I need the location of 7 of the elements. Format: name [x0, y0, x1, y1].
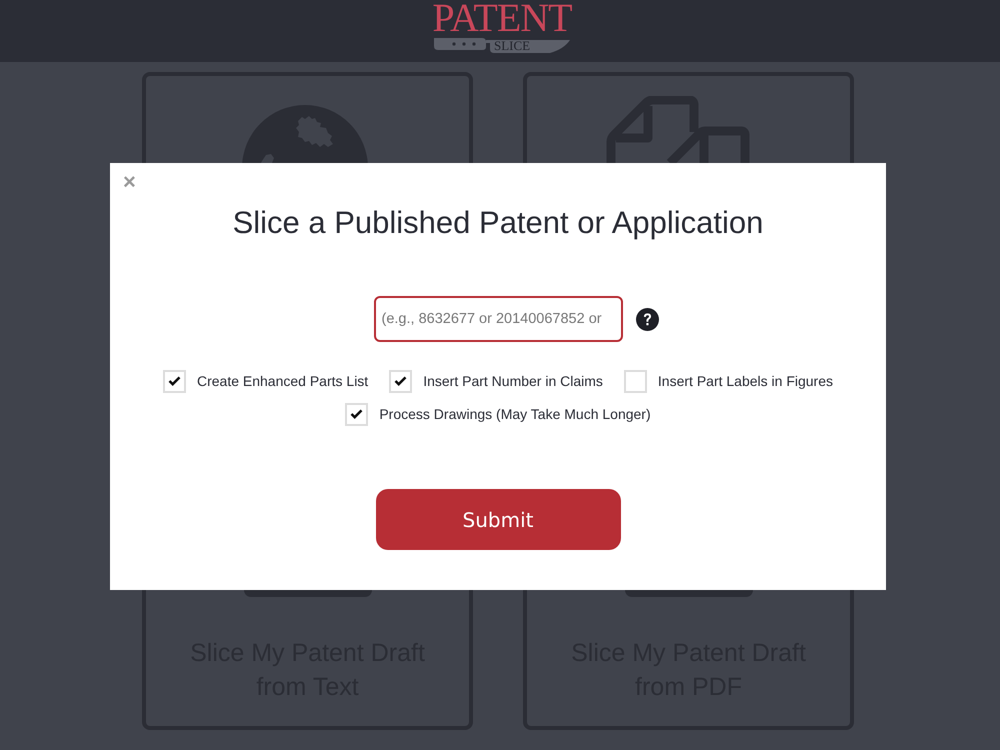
logo-text: SLICE	[494, 39, 530, 53]
checkbox-label: Insert Part Number in Claims	[423, 373, 603, 389]
checkbox-label: Create Enhanced Parts List	[196, 373, 368, 389]
checkbox-label: Insert Part Labels in Figures	[658, 373, 834, 389]
checkbox-label: Process Drawings (May Take Much Longer)	[379, 406, 651, 422]
dialog-title: Slice a Published Patent or Application	[232, 204, 764, 242]
logo-text: PATENT	[432, 1, 572, 35]
